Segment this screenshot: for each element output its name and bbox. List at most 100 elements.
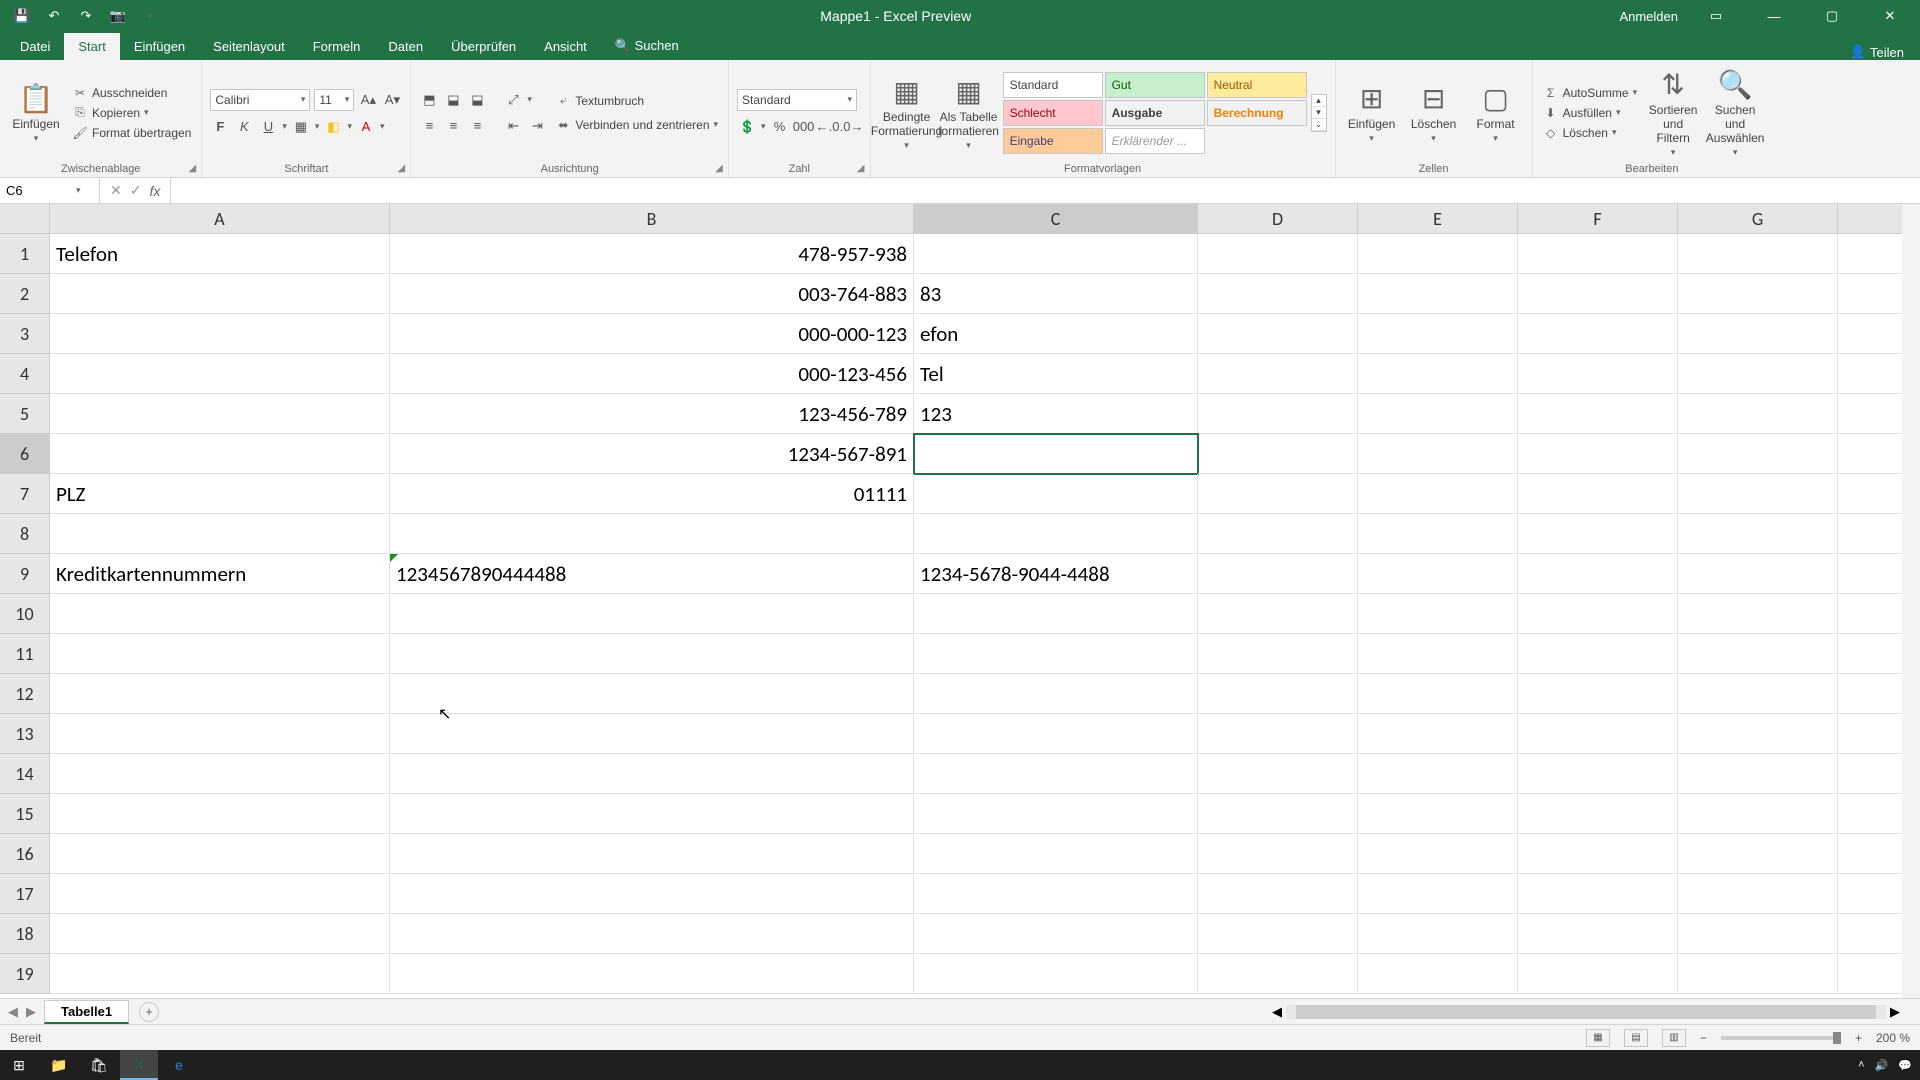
redo-icon[interactable]: ↷ [74,4,98,28]
sheet-nav-prev-icon[interactable]: ◀ [8,1004,18,1020]
cell[interactable] [1198,954,1358,994]
italic-icon[interactable]: K [234,117,254,137]
tab-home[interactable]: Start [64,33,119,60]
cell[interactable] [914,474,1198,514]
cell[interactable] [1198,874,1358,914]
cell[interactable] [1678,474,1838,514]
cell[interactable] [1518,874,1678,914]
currency-icon[interactable]: 💲 [737,117,757,137]
cell[interactable] [1358,554,1518,594]
cell[interactable] [1358,954,1518,994]
cell[interactable] [50,274,390,314]
formula-input[interactable] [171,178,1920,203]
tab-layout[interactable]: Seitenlayout [199,33,299,60]
delete-cells-button[interactable]: ⊟Löschen▾ [1406,64,1462,161]
clipboard-launcher-icon[interactable]: ◢ [185,161,199,175]
row-header[interactable]: 1 [0,234,50,274]
cell[interactable] [1678,514,1838,554]
column-header[interactable]: B [390,204,914,234]
cell[interactable] [1678,714,1838,754]
cell[interactable] [1678,354,1838,394]
cell[interactable] [1518,794,1678,834]
cancel-formula-icon[interactable]: ✕ [110,182,122,199]
underline-icon[interactable]: U [258,117,278,137]
cell[interactable] [914,954,1198,994]
cell[interactable]: 478-957-938 [390,234,914,274]
tab-data[interactable]: Daten [374,33,437,60]
view-layout-icon[interactable]: ▤ [1624,1029,1648,1047]
spreadsheet-grid[interactable]: ABCDEFG1Telefon478-957-9382003-764-88383… [0,204,1920,998]
cell[interactable] [1198,714,1358,754]
cell[interactable] [1518,834,1678,874]
cell[interactable] [1518,954,1678,994]
cell[interactable] [1358,674,1518,714]
taskbar-store-icon[interactable]: 🛍 [80,1050,118,1080]
cell[interactable] [1198,514,1358,554]
cell[interactable] [1358,594,1518,634]
indent-decrease-icon[interactable]: ⇤ [503,116,523,136]
cell[interactable] [50,354,390,394]
cell[interactable] [914,594,1198,634]
cell[interactable] [1678,674,1838,714]
cell[interactable] [1678,434,1838,474]
font-color-icon[interactable]: A [356,117,376,137]
vertical-scrollbar[interactable] [1902,204,1920,998]
bold-icon[interactable]: F [210,117,230,137]
cell[interactable] [390,594,914,634]
align-center-icon[interactable]: ≡ [443,116,463,136]
align-bottom-icon[interactable]: ⬓ [467,90,487,110]
cell[interactable] [50,394,390,434]
share-button[interactable]: 👤 Teilen [1850,44,1904,60]
column-header[interactable]: G [1678,204,1838,234]
column-header[interactable]: F [1518,204,1678,234]
row-header[interactable]: 5 [0,394,50,434]
style-berechnung[interactable]: Berechnung [1207,100,1307,126]
increase-font-icon[interactable]: A▴ [358,90,378,110]
cell[interactable] [1518,474,1678,514]
style-ausgabe[interactable]: Ausgabe [1105,100,1205,126]
cell[interactable]: Kreditkartennummern [50,554,390,594]
camera-icon[interactable]: 📷 [106,4,130,28]
cell[interactable] [1518,354,1678,394]
cell[interactable] [1198,794,1358,834]
enter-formula-icon[interactable]: ✓ [130,182,142,199]
cell[interactable] [1358,394,1518,434]
align-left-icon[interactable]: ≡ [419,116,439,136]
align-launcher-icon[interactable]: ◢ [712,161,726,175]
cell[interactable] [914,634,1198,674]
row-header[interactable]: 18 [0,914,50,954]
row-header[interactable]: 16 [0,834,50,874]
cell[interactable] [50,634,390,674]
cell[interactable] [1198,914,1358,954]
cell[interactable] [1198,554,1358,594]
cell[interactable]: Telefon [50,234,390,274]
tray-volume-icon[interactable]: 🔊 [1875,1059,1889,1072]
cell[interactable]: 123-456-789 [390,394,914,434]
cell[interactable] [390,914,914,954]
cell[interactable]: Tel [914,354,1198,394]
zoom-level[interactable]: 200 % [1876,1031,1910,1045]
row-header[interactable]: 7 [0,474,50,514]
horizontal-scrollbar[interactable] [1286,1005,1886,1019]
cell[interactable] [914,754,1198,794]
cell[interactable] [1518,234,1678,274]
cell[interactable] [1678,274,1838,314]
cell[interactable] [390,954,914,994]
cell[interactable] [1198,594,1358,634]
conditional-formatting-button[interactable]: ▦Bedingte Formatierung▾ [879,64,935,161]
zoom-in-icon[interactable]: + [1855,1031,1862,1045]
close-icon[interactable]: ✕ [1870,1,1910,31]
row-header[interactable]: 6 [0,434,50,474]
cell[interactable] [1358,314,1518,354]
row-header[interactable]: 3 [0,314,50,354]
format-cells-button[interactable]: ▢Format▾ [1468,64,1524,161]
fill-color-icon[interactable]: ◧ [323,117,343,137]
cell[interactable] [1198,354,1358,394]
cell[interactable] [914,234,1198,274]
row-header[interactable]: 8 [0,514,50,554]
find-select-button[interactable]: 🔍Suchen und Auswählen▾ [1707,64,1763,161]
cell[interactable] [1198,834,1358,874]
row-header[interactable]: 9 [0,554,50,594]
percent-icon[interactable]: % [770,117,790,137]
wrap-text-button[interactable]: ⤶Textumbruch [553,92,720,110]
